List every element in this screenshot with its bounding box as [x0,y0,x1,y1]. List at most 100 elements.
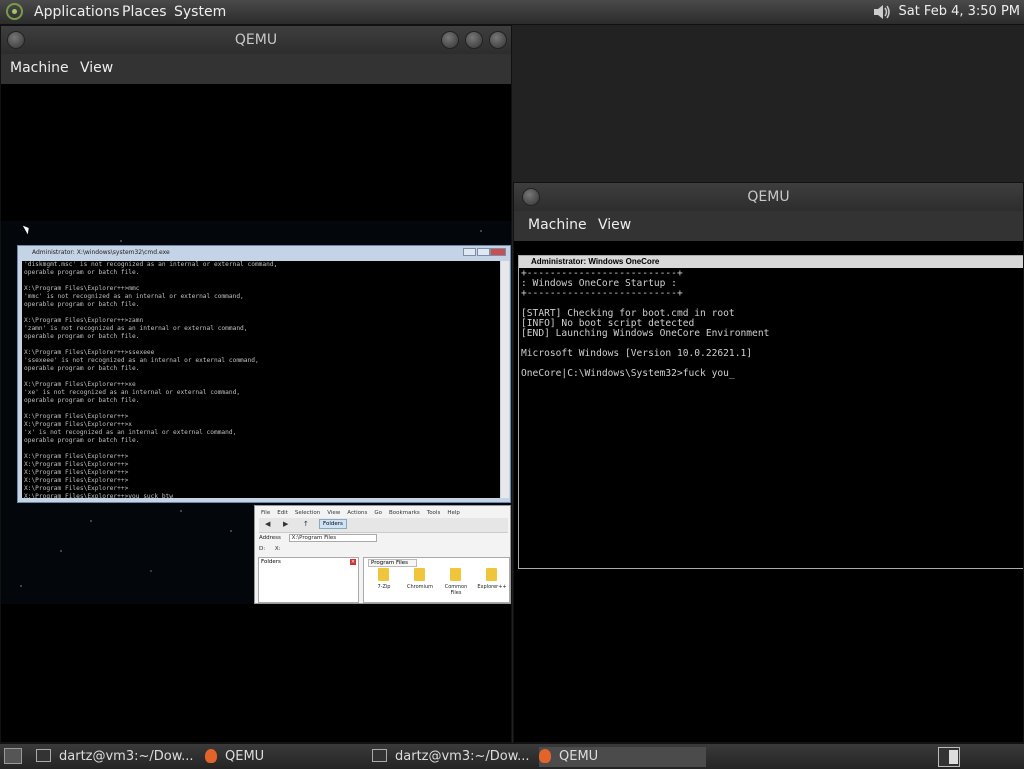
console-line: 'xe' is not recognized as an internal or… [24,389,241,396]
window-titlebar[interactable]: QEMU [1,26,511,54]
window-title: QEMU [234,32,278,48]
workspace-active [949,750,958,764]
folders-button[interactable]: Folders [319,519,347,529]
folders-pane-close-icon[interactable]: × [350,559,356,565]
console-line: X:\Program Files\Explorer++>xe [24,381,136,388]
files-pane: Program Files 7-Zip Chromium Common Files E… [363,557,510,603]
terminal-icon [36,749,51,762]
window-titlebar[interactable]: QEMU [514,183,1023,211]
qemu-window-right: QEMU Machine View Administrator: Windows… [513,182,1024,743]
folder-icon[interactable] [414,568,425,581]
cmd-output: 'diskmgmt.msc' is not recognized as an i… [22,261,500,498]
volume-icon[interactable] [872,3,892,21]
folder-label: Common Files [444,584,468,596]
taskbar-item-active[interactable]: QEMU [539,747,706,767]
desktop: QEMU Machine View Administrator: X:\wind… [0,25,1024,743]
console-line: X:\Program Files\Explorer++> [24,413,129,420]
folder-tab[interactable]: Program Files [368,559,418,567]
cmd-window[interactable]: Administrator: X:\windows\system32\cmd.e… [17,245,511,503]
explorer-menu-item[interactable]: View [327,510,340,516]
explorer-window[interactable]: File Edit Selection View Actions Go Bookmarks T… [254,505,511,604]
show-desktop-icon[interactable] [4,748,22,764]
explorer-menu-item[interactable]: Tools [427,510,441,516]
folder-icon[interactable] [486,568,497,581]
address-label: Address [259,535,281,541]
machine-menu[interactable]: Machine [528,217,587,233]
console-line: operable program or batch file. [24,301,140,308]
console-line: +--------------------------+ [521,288,683,299]
cmd-titlebar[interactable]: Administrator: X:\windows\system32\cmd.e… [18,246,510,260]
clock[interactable]: Sat Feb 4, 3:50 PM [898,4,1020,19]
cmd-close-icon[interactable] [490,248,506,256]
qemu-screen[interactable]: Administrator: Windows OneCore +--------… [514,241,1023,742]
drive-x[interactable]: X: [275,546,281,552]
up-icon[interactable]: ↑ [303,520,309,528]
explorer-menu-item[interactable]: Go [374,510,382,516]
explorer-toolbar: ◀ ▶ ↑ Folders [259,518,508,533]
minimize-icon[interactable] [441,31,459,49]
console-line: 'zamn' is not recognized as an internal … [24,325,248,332]
console-line: 'ssexeee' is not recognized as an intern… [24,357,259,364]
console-line: X:\Program Files\Explorer++> [24,469,129,476]
console-line: X:\Program Files\Explorer++> [24,453,129,460]
console-line: 'x' is not recognized as an internal or … [24,429,237,436]
console-line: operable program or batch file. [24,333,140,340]
explorer-menu-item[interactable]: Help [447,510,460,516]
applications-menu[interactable]: Applications [34,4,120,20]
console-line: X:\Program Files\Explorer++>ssexeee [24,349,155,356]
folder-icon[interactable] [378,568,389,581]
cmd-scrollbar[interactable] [501,261,509,498]
forward-icon[interactable]: ▶ [283,520,288,528]
explorer-menu-item[interactable]: File [261,510,270,516]
workspace-switcher[interactable] [938,747,960,767]
cmd-maximize-icon[interactable] [477,248,490,256]
console-line: X:\Program Files\Explorer++> [24,477,129,484]
qemu-menubar: Machine View [514,211,1023,241]
maximize-icon[interactable] [465,31,483,49]
explorer-menu-item[interactable]: Selection [295,510,320,516]
taskbar-item[interactable]: QEMU [205,747,365,767]
system-menu[interactable]: System [174,4,226,20]
folder-label: Explorer++ [477,584,507,590]
explorer-menu-item[interactable]: Bookmarks [389,510,420,516]
qemu-icon [539,749,551,763]
explorer-menubar: File Edit Selection View Actions Go Bookmarks T… [261,510,467,516]
places-menu[interactable]: Places [122,4,167,20]
distro-logo-icon[interactable] [6,3,23,20]
bottom-panel: dartz@vm3:~/Dow... QEMU dartz@vm3:~/Dow.… [0,743,1024,769]
taskbar-item[interactable]: dartz@vm3:~/Dow... [372,747,532,767]
view-menu[interactable]: View [598,217,631,233]
window-menu-icon[interactable] [522,188,540,206]
window-menu-icon[interactable] [7,31,25,49]
view-menu[interactable]: View [80,60,113,76]
onecore-titlebar[interactable]: Administrator: Windows OneCore [519,256,1023,268]
guest-desktop-wallpaper: Administrator: X:\windows\system32\cmd.e… [1,221,511,604]
explorer-menu-item[interactable]: Edit [277,510,288,516]
cmd-minimize-icon[interactable] [463,248,476,256]
window-title: QEMU [747,189,790,205]
close-icon[interactable] [489,31,507,49]
address-field[interactable]: X:\Program Files [288,534,378,542]
onecore-console-window[interactable]: Administrator: Windows OneCore +--------… [518,255,1023,569]
console-line: OneCore|C:\Windows\System32>fuck you_ [521,368,735,379]
qemu-window-left: QEMU Machine View Administrator: X:\wind… [0,25,512,743]
console-line: Microsoft Windows [Version 10.0.22621.1] [521,348,753,359]
explorer-menu-item[interactable]: Actions [347,510,367,516]
onecore-output: +--------------------------+: Windows On… [521,269,769,379]
drive-d[interactable]: D: [259,546,265,552]
folders-pane: Folders × [258,557,359,603]
console-line: 'diskmgmt.msc' is not recognized as an i… [24,261,278,268]
back-icon[interactable]: ◀ [265,520,270,528]
machine-menu[interactable]: Machine [10,60,69,76]
taskbar-item[interactable]: dartz@vm3:~/Dow... [36,747,196,767]
drive-bar: D: X: [259,546,280,552]
address-bar[interactable]: Address X:\Program Files [259,534,378,542]
qemu-screen[interactable]: Administrator: X:\windows\system32\cmd.e… [1,84,511,742]
folder-icon[interactable] [450,568,461,581]
folder-label: Chromium [407,584,433,590]
cmd-console[interactable]: 'diskmgmt.msc' is not recognized as an i… [22,261,500,498]
